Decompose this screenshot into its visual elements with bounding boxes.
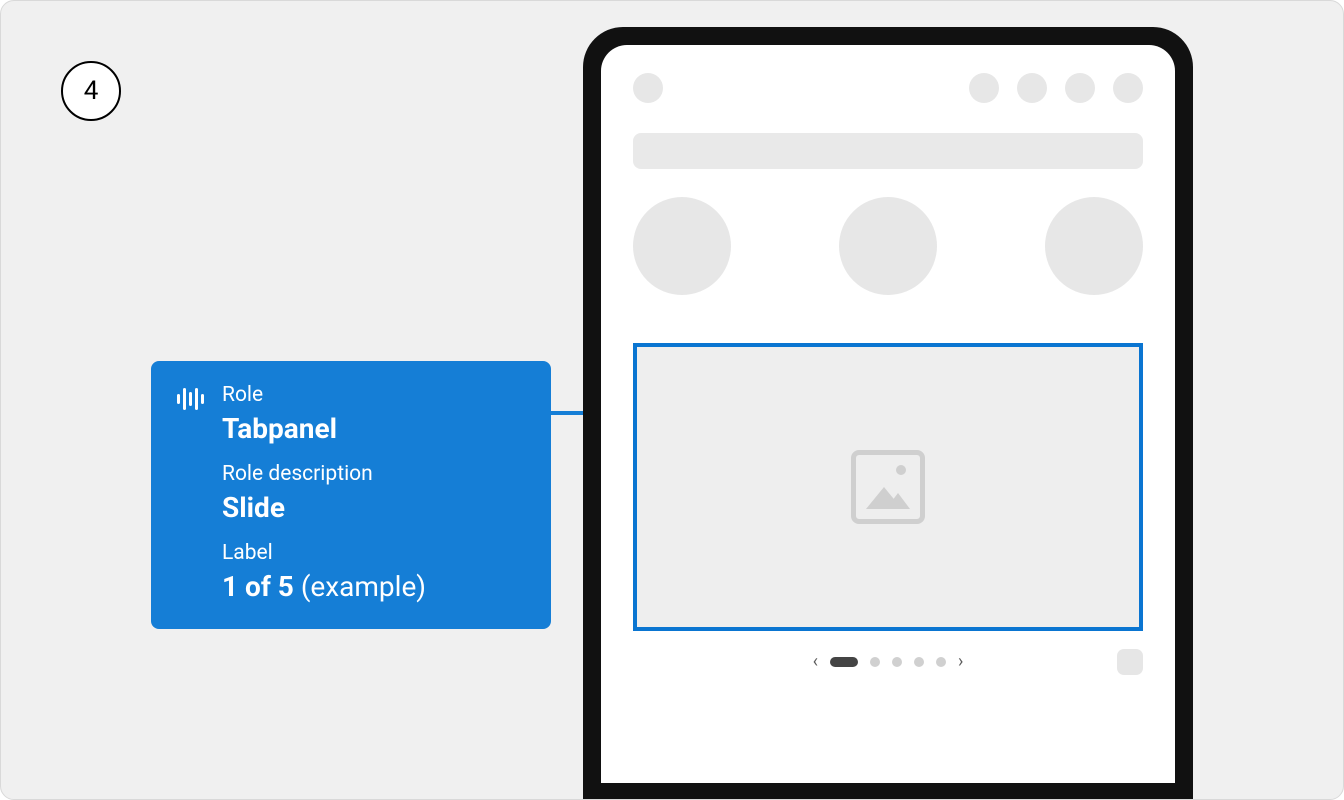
chevron-right-icon[interactable]: › — [958, 653, 963, 671]
carousel-action-button[interactable] — [1117, 649, 1143, 675]
phone-frame: ‹ › — [583, 27, 1193, 800]
topbar-action-icon — [1113, 73, 1143, 103]
pagination-indicator[interactable] — [892, 657, 902, 667]
role-label: Role — [222, 383, 525, 408]
chevron-left-icon[interactable]: ‹ — [813, 653, 818, 671]
avatar-icon — [633, 73, 663, 103]
carousel-slide-tabpanel[interactable] — [633, 343, 1143, 631]
diagram-canvas: 4 Role Tabpanel Role description Slide L… — [0, 0, 1344, 800]
screenreader-icon — [177, 387, 204, 411]
story-avatar — [633, 197, 731, 295]
step-number: 4 — [84, 76, 99, 106]
step-number-badge: 4 — [61, 61, 121, 121]
topbar-action-icon — [1017, 73, 1047, 103]
topbar-right — [969, 73, 1143, 103]
role-value: Tabpanel — [222, 412, 525, 446]
carousel: ‹ › — [633, 343, 1143, 671]
pagination-indicator-active[interactable] — [830, 657, 858, 667]
topbar-left — [633, 73, 663, 103]
role-description-label: Role description — [222, 462, 525, 487]
carousel-pagination: ‹ › — [633, 653, 1143, 671]
app-topbar — [633, 73, 1143, 103]
phone-screen: ‹ › — [601, 45, 1175, 783]
label-label: Label — [222, 541, 525, 566]
label-value-bold: 1 of 5 — [222, 570, 294, 603]
pagination-indicator[interactable] — [914, 657, 924, 667]
pagination-indicator[interactable] — [870, 657, 880, 667]
story-row — [633, 197, 1143, 295]
role-description-value: Slide — [222, 491, 525, 525]
story-avatar — [839, 197, 937, 295]
story-avatar — [1045, 197, 1143, 295]
topbar-action-icon — [1065, 73, 1095, 103]
search-bar-placeholder — [633, 133, 1143, 169]
label-value-light: (example) — [294, 570, 426, 603]
label-value: 1 of 5 (example) — [222, 570, 525, 604]
accessibility-callout: Role Tabpanel Role description Slide Lab… — [151, 361, 551, 629]
topbar-action-icon — [969, 73, 999, 103]
pagination-indicator[interactable] — [936, 657, 946, 667]
image-placeholder-icon — [851, 450, 925, 524]
